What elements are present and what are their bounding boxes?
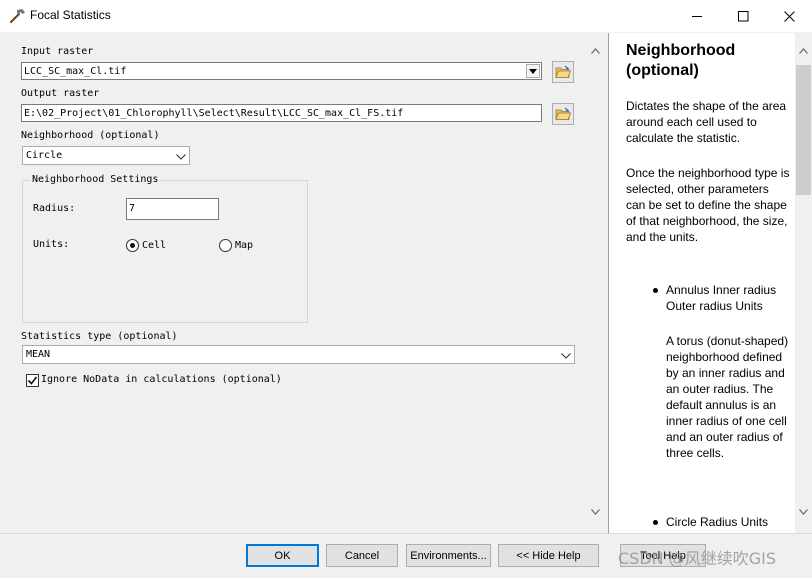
scroll-down-icon: [591, 509, 600, 515]
hammer-icon: [9, 7, 27, 25]
dropdown-arrow-icon[interactable]: [526, 64, 540, 78]
help-bullet-title: Circle Radius Units: [666, 515, 769, 529]
parameters-scrollbar[interactable]: [586, 33, 605, 533]
parameters-panel: Input raster LCC_SC_max_Cl.tif Output ra…: [1, 33, 605, 533]
input-raster-combo[interactable]: LCC_SC_max_Cl.tif: [21, 62, 542, 80]
help-panel: Neighborhood (optional) Dictates the sha…: [608, 33, 812, 533]
window-title: Focal Statistics: [30, 8, 111, 22]
neighborhood-select[interactable]: Circle: [22, 146, 190, 165]
minimize-button[interactable]: [674, 0, 720, 32]
hide-help-button[interactable]: << Hide Help: [498, 544, 599, 567]
bullet-icon: [653, 520, 658, 525]
help-title-line2: (optional): [626, 62, 699, 79]
scroll-down-icon: [799, 509, 808, 515]
input-raster-label: Input raster: [21, 46, 94, 57]
statistics-type-select[interactable]: MEAN: [22, 345, 575, 364]
unit-map-radio[interactable]: [219, 239, 232, 252]
statistics-type-value: MEAN: [26, 349, 51, 360]
help-paragraph: Once the neighborhood type is selected, …: [626, 166, 790, 244]
chevron-down-icon: [561, 351, 571, 362]
help-title: Neighborhood (optional): [626, 41, 786, 81]
checkmark-icon: [27, 376, 38, 385]
chevron-down-icon: [176, 152, 186, 163]
output-raster-field[interactable]: E:\02_Project\01_Chlorophyll\Select\Resu…: [21, 104, 542, 122]
minimize-icon: [691, 15, 702, 17]
output-raster-label: Output raster: [21, 88, 100, 99]
ignore-nodata-checkbox[interactable]: [26, 374, 39, 387]
unit-cell-radio[interactable]: [126, 239, 139, 252]
unit-cell-label: Cell: [142, 240, 167, 251]
scroll-up-icon: [799, 48, 808, 54]
close-button[interactable]: [766, 0, 812, 32]
statistics-type-label: Statistics type (optional): [21, 331, 178, 342]
maximize-button[interactable]: [720, 0, 766, 32]
unit-map-label: Map: [235, 240, 254, 251]
radius-label: Radius:: [33, 203, 76, 214]
help-bullet-title: Annulus Inner radius Outer radius Units: [666, 283, 777, 313]
environments-button[interactable]: Environments...: [406, 544, 491, 567]
ignore-nodata-label: Ignore NoData in calculations (optional): [41, 374, 282, 385]
button-bar: OK Cancel Environments... << Hide Help T…: [0, 533, 812, 578]
title-bar: Focal Statistics: [0, 0, 812, 32]
bullet-icon: [653, 288, 658, 293]
open-folder-icon: [555, 65, 571, 78]
help-title-line1: Neighborhood: [626, 42, 736, 59]
watermark: CSDN @风继续吹GIS: [618, 549, 776, 568]
ok-button[interactable]: OK: [246, 544, 319, 567]
output-raster-browse-button[interactable]: [552, 103, 574, 125]
neighborhood-label: Neighborhood (optional): [21, 130, 160, 141]
maximize-icon: [737, 10, 748, 21]
help-paragraph: Dictates the shape of the area around ea…: [626, 99, 787, 145]
help-bullet-description: A torus (donut-shaped) neighborhood defi…: [666, 334, 789, 460]
radius-value: 7: [129, 203, 136, 214]
open-folder-icon: [555, 107, 571, 120]
input-raster-browse-button[interactable]: [552, 61, 574, 83]
output-raster-value: E:\02_Project\01_Chlorophyll\Select\Resu…: [24, 108, 404, 119]
cancel-button[interactable]: Cancel: [326, 544, 398, 567]
help-scrollbar[interactable]: [795, 33, 812, 533]
neighborhood-value: Circle: [26, 150, 63, 161]
scroll-up-icon: [591, 48, 600, 54]
radius-input[interactable]: 7: [126, 198, 219, 220]
neighborhood-settings-group: Neighborhood Settings Radius: 7 Units: C…: [22, 174, 308, 323]
close-icon: [783, 10, 795, 22]
input-raster-value: LCC_SC_max_Cl.tif: [24, 66, 127, 77]
units-label: Units:: [33, 239, 70, 250]
neighborhood-settings-title: Neighborhood Settings: [30, 174, 161, 185]
help-scroll-thumb[interactable]: [796, 65, 811, 195]
